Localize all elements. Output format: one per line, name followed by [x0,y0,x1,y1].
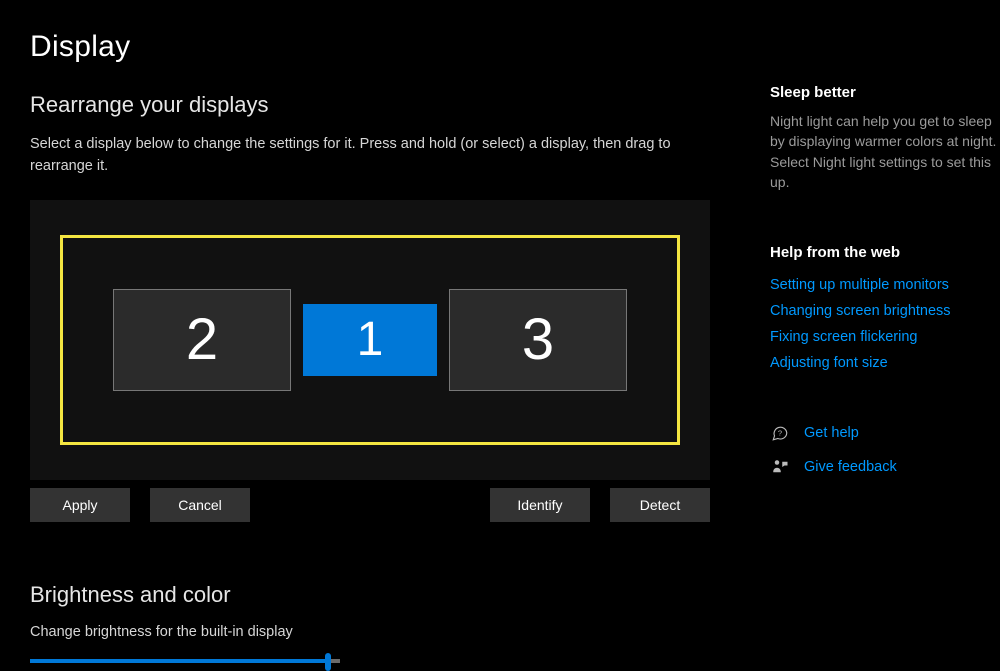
display-tile-2[interactable]: 2 [113,289,291,391]
brightness-heading: Brightness and color [30,582,740,608]
brightness-slider[interactable] [30,654,340,668]
slider-thumb[interactable] [325,653,331,671]
svg-text:?: ? [778,428,782,437]
identify-button[interactable]: Identify [490,488,590,522]
display-tile-3[interactable]: 3 [449,289,627,391]
get-help-icon: ? [770,423,790,443]
slider-fill [30,659,328,663]
help-link-screen-flickering[interactable]: Fixing screen flickering [770,329,1000,345]
page-title: Display [30,30,740,64]
get-help-link[interactable]: Get help [804,425,859,441]
help-link-multiple-monitors[interactable]: Setting up multiple monitors [770,277,1000,293]
sleep-better-body: Night light can help you get to sleep by… [770,111,1000,192]
highlight-frame: 2 1 3 [60,235,680,445]
give-feedback-link[interactable]: Give feedback [804,459,897,475]
rearrange-heading: Rearrange your displays [30,92,740,118]
sleep-better-heading: Sleep better [770,84,1000,101]
rearrange-description: Select a display below to change the set… [30,134,710,178]
help-link-font-size[interactable]: Adjusting font size [770,355,1000,371]
give-feedback-icon [770,457,790,477]
apply-button[interactable]: Apply [30,488,130,522]
display-arrangement-panel: 2 1 3 [30,200,710,480]
cancel-button[interactable]: Cancel [150,488,250,522]
detect-button[interactable]: Detect [610,488,710,522]
help-link-screen-brightness[interactable]: Changing screen brightness [770,303,1000,319]
help-from-web-heading: Help from the web [770,244,1000,261]
display-tile-1[interactable]: 1 [303,304,437,376]
brightness-slider-label: Change brightness for the built-in displ… [30,624,740,640]
